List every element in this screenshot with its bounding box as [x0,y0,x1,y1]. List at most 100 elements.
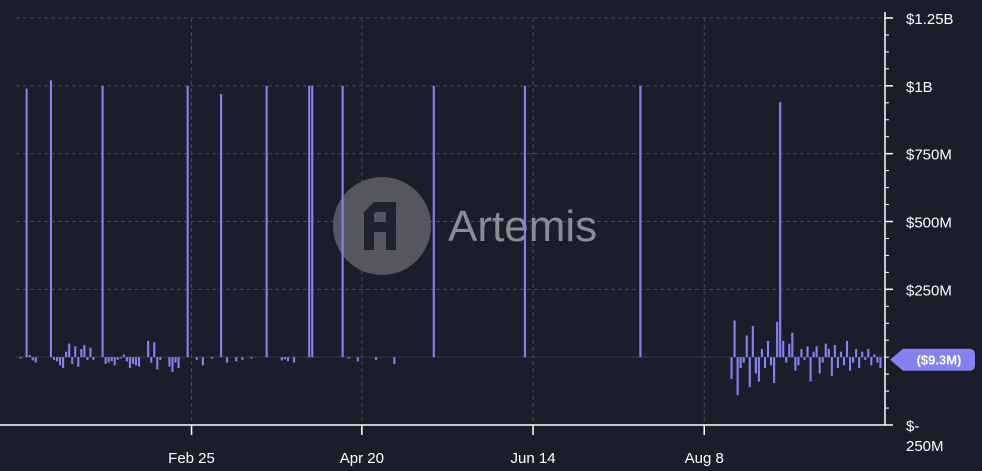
bar [74,346,77,358]
bar [156,357,159,370]
bar [858,357,861,369]
bar [77,357,80,367]
bar [791,332,794,358]
x-tick-label: Apr 20 [340,450,384,467]
bar [122,354,125,358]
bar [821,357,824,363]
bar [25,88,28,358]
bar [803,357,806,360]
bar [150,357,153,363]
bar [852,357,855,363]
bar [733,320,736,358]
y-tick-label: $1B [906,79,933,96]
current-value-badge: ($9.3M) [890,348,975,371]
bar [748,357,751,388]
bar [845,340,849,358]
bar [58,357,62,366]
bar [341,85,344,358]
bar [876,357,879,363]
bar [177,357,180,369]
bar [776,321,779,358]
bar [754,357,757,374]
bar [147,340,150,358]
bar [779,102,782,358]
bar [265,85,268,358]
x-tick-label: Jun 14 [511,450,556,467]
bar [280,357,283,361]
bar [153,342,156,358]
bar [31,357,34,361]
bar [848,357,852,371]
bar [92,357,95,360]
bar [818,357,821,374]
bar [393,357,396,364]
bar [134,357,138,366]
bar [131,357,135,364]
bar [827,349,830,358]
bar [311,85,314,358]
x-tick-label: Feb 25 [168,450,215,467]
bar [356,357,359,362]
bar [864,357,867,360]
bar [116,357,119,360]
bar [347,357,350,359]
bar [55,357,59,362]
bar [842,357,846,366]
chart: Artemis $1.25B $1B $750M $500M $250M $- 250M Fe… [0,0,982,471]
bar [250,357,253,359]
bar [432,85,435,358]
bar [766,340,770,358]
bar [815,346,818,358]
bar [788,343,791,358]
bar [730,357,733,379]
bar [773,357,776,383]
bar [83,344,86,358]
bar [742,357,745,363]
bar [68,343,71,358]
y-tick-label: 250M [906,438,944,455]
bar [226,357,229,363]
bar [855,349,858,358]
bar [104,357,107,364]
bar [101,85,104,358]
bar [836,357,839,369]
bar [839,351,843,358]
bar [107,357,110,363]
bar [736,357,739,396]
bar [867,349,870,358]
bar [769,357,773,366]
bar [283,357,286,360]
bar [159,357,162,360]
bar [19,357,22,359]
bar [794,357,797,371]
bar [861,351,864,358]
bar [812,351,815,358]
watermark-text: Artemis [448,202,597,251]
bar [137,357,141,367]
bar [873,354,876,358]
y-tick-label: $- [906,418,919,435]
x-tick-label: Aug 8 [685,450,724,467]
bar [110,357,113,362]
bar [809,357,812,382]
bar [785,357,788,363]
bar [235,357,238,362]
bar [292,357,296,363]
bar [870,357,873,366]
current-value-label: ($9.3M) [917,353,962,368]
bar [80,349,83,358]
bar [34,357,37,363]
bar [28,354,31,358]
bar [195,357,198,360]
bar [830,357,833,377]
bar [186,85,189,358]
bar [113,357,116,366]
bar [757,357,760,382]
bar [879,357,882,369]
bar [782,340,785,358]
bar [760,349,764,358]
bar [168,357,171,367]
bar [171,357,174,373]
bar [128,357,132,369]
bar [523,85,527,358]
